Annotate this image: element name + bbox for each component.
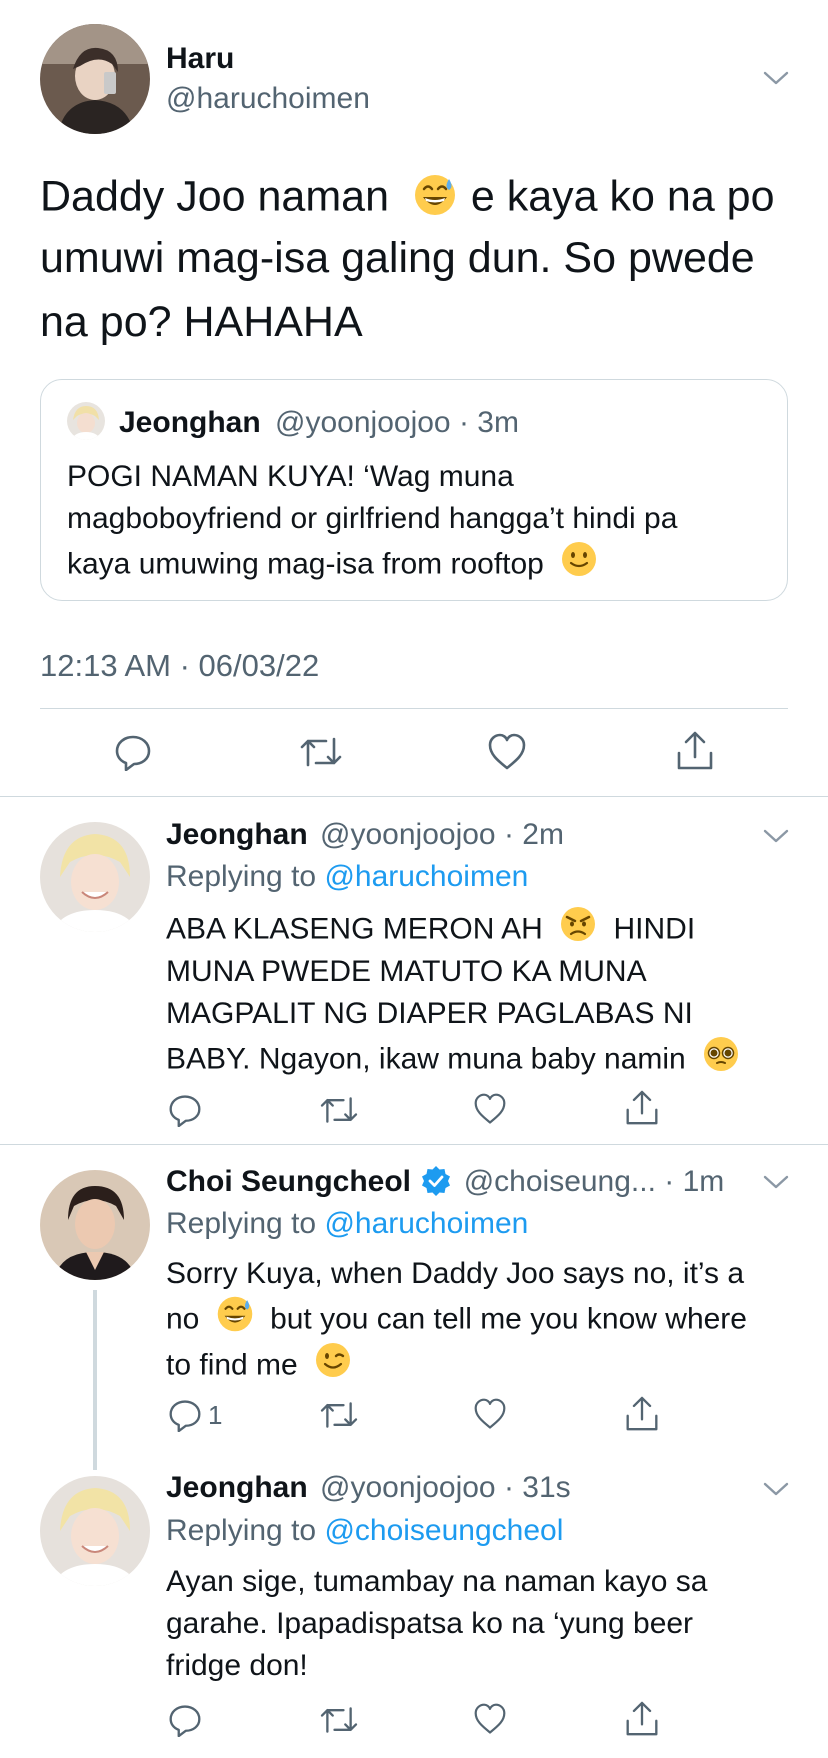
replying-to-handle-link[interactable]: @haruchoimen [324, 860, 528, 893]
jeonghan-avatar[interactable] [40, 1476, 150, 1586]
reply1-author-handle[interactable]: @yoonjoojoo [320, 818, 496, 851]
main-tweet-timestamp[interactable]: 12:13 AM · 06/03/22 [40, 648, 319, 684]
reply1-line3: MAGPALIT NG DIAPER PAGLABAS NI [166, 996, 693, 1030]
slight-smile-emoji-icon [560, 540, 598, 578]
retweet-icon[interactable] [320, 1398, 358, 1432]
reply1-author-name[interactable]: Jeonghan [166, 818, 308, 851]
reply3-time[interactable]: · 31s [504, 1471, 571, 1504]
reply2-line1: Sorry Kuya, when Daddy Joo says no, it’s… [166, 1257, 745, 1290]
grinning-sweat-emoji-icon [413, 173, 457, 217]
reply-icon[interactable] [114, 733, 152, 771]
verified-badge-icon [421, 1165, 451, 1196]
share-icon[interactable] [625, 1701, 659, 1737]
main-tweet-line3: na po? HAHAHA [40, 298, 363, 346]
reply2-replying-to: Replying to @haruchoimen [166, 1207, 528, 1241]
reply3-replying-to: Replying to @choiseungcheol [166, 1514, 563, 1548]
reply3-line2: garahe. Ipapadispatsa ko na ‘yung beer [166, 1607, 694, 1640]
quoted-tweet-card[interactable]: Jeonghan @yoonjoojoo · 3m POGI NAMAN KUY… [40, 379, 788, 601]
more-options-chevron-icon[interactable] [762, 68, 790, 88]
choi-seungcheol-avatar[interactable] [40, 1170, 150, 1280]
reply3-author-handle[interactable]: @yoonjoojoo [320, 1471, 496, 1504]
main-tweet-line1b: e kaya ko na po [470, 172, 775, 221]
reply2-line2a: no [166, 1302, 200, 1336]
like-heart-icon[interactable] [473, 1398, 507, 1430]
reply1-time[interactable]: · 2m [504, 818, 564, 851]
quoted-line1: POGI NAMAN KUYA! ‘Wag muna [67, 460, 514, 493]
main-author-handle[interactable]: @haruchoimen [166, 82, 370, 116]
divider [40, 708, 788, 709]
reply2-time[interactable]: · 1m [664, 1165, 724, 1198]
replying-to-handle-link[interactable]: @choiseungcheol [324, 1514, 563, 1547]
like-heart-icon[interactable] [473, 1703, 507, 1735]
main-tweet-text: Daddy Joo naman e kaya ko na po umuwi ma… [40, 173, 800, 365]
reply2-author-name[interactable]: Choi Seungcheol [166, 1165, 411, 1198]
divider [0, 796, 828, 797]
reply3-text: Ayan sige, tumambay na naman kayo sa gar… [166, 1561, 707, 1687]
grinning-sweat-emoji-icon [216, 1295, 254, 1333]
reply2-author-handle[interactable]: @choiseung... [464, 1165, 656, 1198]
reply1-line1a: ABA KLASENG MERON AH [166, 912, 543, 946]
quoted-line2: magboboyfriend or girlfriend hangga’t hi… [67, 502, 678, 535]
reply1-replying-to: Replying to @haruchoimen [166, 860, 528, 894]
share-icon[interactable] [625, 1396, 659, 1432]
retweet-icon[interactable] [320, 1703, 358, 1737]
quoted-time: · 3m [458, 406, 519, 439]
replying-to-label: Replying to [166, 1207, 317, 1240]
replying-to-label: Replying to [166, 1514, 317, 1547]
reply2-line3: to find me [166, 1348, 298, 1381]
reply1-header: Jeonghan @yoonjoojoo · 2m [166, 818, 564, 852]
pleading-face-emoji-icon [702, 1035, 740, 1073]
reply1-text: ABA KLASENG MERON AH HINDI MUNA PWEDE MA… [166, 905, 740, 1080]
replying-to-label: Replying to [166, 860, 317, 893]
more-options-chevron-icon[interactable] [762, 1479, 790, 1499]
like-heart-icon[interactable] [487, 733, 527, 771]
haru-avatar[interactable] [40, 24, 150, 134]
jeonghan-avatar[interactable] [40, 822, 150, 932]
quoted-author-avatar [67, 402, 105, 440]
quoted-text: POGI NAMAN KUYA! ‘Wag muna magboboyfrien… [67, 456, 677, 586]
reply1-line1b: HINDI [613, 912, 696, 946]
reply1-line4: BABY. Ngayon, ikaw muna baby namin [166, 1042, 686, 1075]
winking-face-emoji-icon [314, 1341, 352, 1379]
reply3-line3: fridge don! [166, 1649, 308, 1682]
quoted-header: Jeonghan @yoonjoojoo · 3m [119, 406, 519, 440]
like-heart-icon[interactable] [473, 1093, 507, 1125]
reply3-header: Jeonghan @yoonjoojoo · 31s [166, 1471, 571, 1505]
reply3-author-name[interactable]: Jeonghan [166, 1471, 308, 1504]
share-icon[interactable] [676, 731, 714, 771]
divider [0, 1144, 828, 1145]
quoted-line3: kaya umuwing mag-isa from rooftop [67, 547, 544, 581]
reply-icon[interactable] [168, 1398, 202, 1432]
reply-count: 1 [208, 1400, 223, 1430]
thread-connector-line [93, 1290, 97, 1470]
more-options-chevron-icon[interactable] [762, 1172, 790, 1192]
reply2-line2b: but you can tell me you know where [270, 1302, 747, 1336]
share-icon[interactable] [625, 1090, 659, 1126]
main-author-name[interactable]: Haru [166, 42, 234, 76]
replying-to-handle-link[interactable]: @haruchoimen [324, 1207, 528, 1240]
angry-face-emoji-icon [559, 905, 597, 943]
main-tweet-line2: umuwi mag-isa galing dun. So pwede [40, 234, 755, 282]
retweet-icon[interactable] [300, 733, 342, 771]
reply-icon[interactable] [168, 1093, 202, 1127]
quoted-author-handle: @yoonjoojoo [275, 406, 451, 439]
reply3-line1: Ayan sige, tumambay na naman kayo sa [166, 1565, 708, 1598]
reply2-text: Sorry Kuya, when Daddy Joo says no, it’s… [166, 1253, 747, 1386]
retweet-icon[interactable] [320, 1093, 358, 1127]
reply2-header: Choi Seungcheol @choiseung... · 1m [166, 1165, 724, 1199]
reply1-line2: MUNA PWEDE MATUTO KA MUNA [166, 954, 647, 988]
quoted-author-name: Jeonghan [119, 406, 261, 439]
reply-icon[interactable] [168, 1703, 202, 1737]
main-tweet-line1a: Daddy Joo naman [40, 172, 389, 221]
more-options-chevron-icon[interactable] [762, 826, 790, 846]
